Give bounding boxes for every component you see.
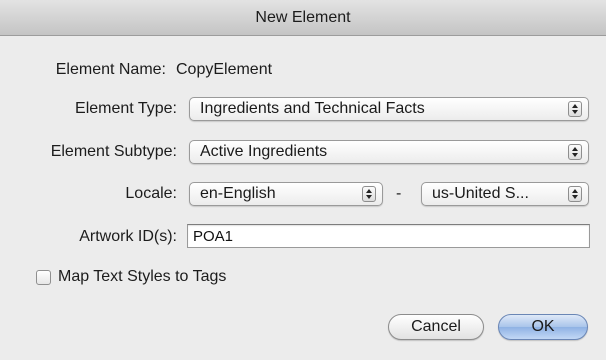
element-subtype-value: Active Ingredients: [200, 143, 328, 160]
locale-language-popup[interactable]: en-English: [189, 182, 383, 206]
element-type-value: Ingredients and Technical Facts: [200, 100, 425, 117]
artwork-ids-input[interactable]: [187, 224, 590, 248]
element-type-label: Element Type:: [75, 100, 177, 117]
ok-button[interactable]: OK: [498, 314, 588, 340]
map-text-styles-label: Map Text Styles to Tags: [58, 268, 227, 285]
locale-region-value: us-United S...: [432, 185, 529, 202]
element-subtype-label: Element Subtype:: [50, 143, 177, 160]
up-down-arrows-icon: [362, 186, 376, 202]
locale-region-popup[interactable]: us-United S...: [421, 182, 589, 206]
cancel-button[interactable]: Cancel: [388, 314, 484, 340]
element-type-popup[interactable]: Ingredients and Technical Facts: [189, 97, 589, 121]
up-down-arrows-icon: [568, 144, 582, 160]
new-element-dialog: New Element Element Name: CopyElement El…: [0, 0, 606, 360]
element-name-label: Element Name:: [55, 61, 166, 78]
element-name-value: CopyElement: [176, 61, 273, 78]
element-subtype-popup[interactable]: Active Ingredients: [189, 140, 589, 164]
locale-label: Locale:: [125, 185, 177, 202]
up-down-arrows-icon: [568, 186, 582, 202]
locale-language-value: en-English: [200, 185, 276, 202]
locale-separator: -: [396, 185, 402, 202]
up-down-arrows-icon: [568, 101, 582, 117]
map-text-styles-checkbox[interactable]: [36, 269, 51, 285]
artwork-ids-label: Artwork ID(s):: [79, 228, 177, 245]
map-text-styles-checkbox-row[interactable]: Map Text Styles to Tags: [36, 268, 226, 286]
window-title: New Element: [0, 0, 606, 36]
